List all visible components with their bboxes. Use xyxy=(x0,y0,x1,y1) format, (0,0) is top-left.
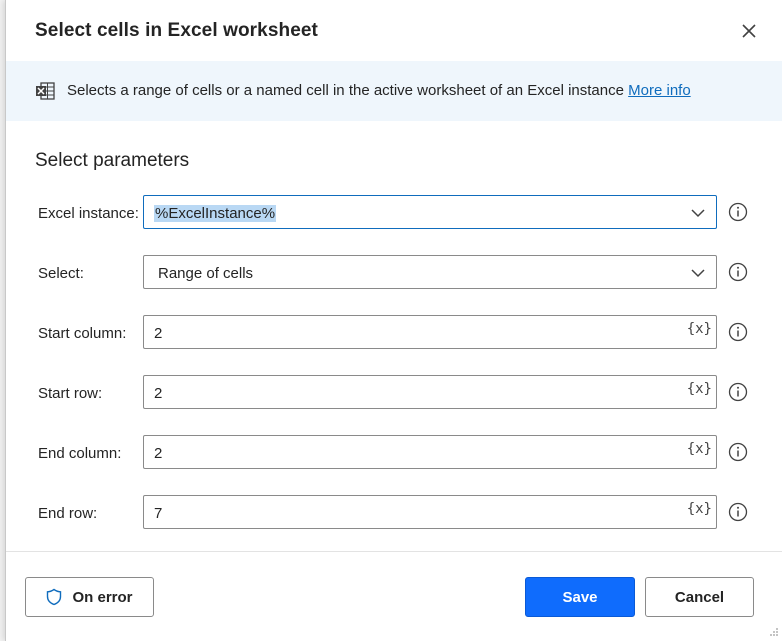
variable-button[interactable]: {x} xyxy=(687,381,712,397)
field-label: Start column: xyxy=(38,325,127,342)
end-column-input[interactable]: 2 {x} xyxy=(143,435,717,469)
start-column-input[interactable]: 2 {x} xyxy=(143,315,717,349)
section-title: Select parameters xyxy=(35,150,190,171)
save-button[interactable]: Save xyxy=(525,577,635,617)
info-icon[interactable] xyxy=(728,442,748,462)
excel-instance-dropdown[interactable]: %ExcelInstance% xyxy=(143,195,717,229)
field-value: 7 xyxy=(154,505,163,522)
close-icon xyxy=(742,24,756,38)
start-row-row: Start row: 2 {x} xyxy=(6,375,782,411)
field-label: End column: xyxy=(38,445,122,462)
on-error-button[interactable]: On error xyxy=(25,577,154,617)
info-icon[interactable] xyxy=(728,262,748,282)
resize-grip-icon[interactable] xyxy=(769,627,779,637)
end-column-row: End column: 2 {x} xyxy=(6,435,782,471)
field-label: Select: xyxy=(38,265,84,282)
banner-text: Selects a range of cells or a named cell… xyxy=(67,82,691,99)
footer-divider xyxy=(6,551,782,552)
on-error-label: On error xyxy=(72,588,133,606)
select-dropdown[interactable]: Range of cells xyxy=(143,255,717,289)
chevron-down-icon xyxy=(691,209,705,218)
chevron-down-icon xyxy=(691,269,705,278)
field-label: Excel instance: xyxy=(38,205,139,222)
close-button[interactable] xyxy=(736,18,762,44)
end-row-row: End row: 7 {x} xyxy=(6,495,782,531)
start-row-input[interactable]: 2 {x} xyxy=(143,375,717,409)
field-value: 2 xyxy=(154,325,163,342)
variable-button[interactable]: {x} xyxy=(687,501,712,517)
select-cells-dialog: Select cells in Excel worksheet Selects … xyxy=(5,0,782,641)
excel-icon xyxy=(36,82,55,100)
more-info-link[interactable]: More info xyxy=(628,82,691,99)
field-label: Start row: xyxy=(38,385,103,402)
field-value: Range of cells xyxy=(158,265,254,282)
info-icon[interactable] xyxy=(728,202,748,222)
cancel-button[interactable]: Cancel xyxy=(645,577,754,617)
shield-icon xyxy=(47,588,62,606)
variable-button[interactable]: {x} xyxy=(687,441,712,457)
field-value: 2 xyxy=(154,385,163,402)
field-value: %ExcelInstance% xyxy=(154,205,277,222)
description-text: Selects a range of cells or a named cell… xyxy=(67,82,629,99)
field-label: End row: xyxy=(38,505,98,522)
info-banner: Selects a range of cells or a named cell… xyxy=(6,61,782,121)
field-value: 2 xyxy=(154,445,163,462)
info-icon[interactable] xyxy=(728,322,748,342)
start-column-row: Start column: 2 {x} xyxy=(6,315,782,351)
excel-instance-row: Excel instance: %ExcelInstance% xyxy=(6,195,782,231)
info-icon[interactable] xyxy=(728,502,748,522)
end-row-input[interactable]: 7 {x} xyxy=(143,495,717,529)
variable-button[interactable]: {x} xyxy=(687,321,712,337)
select-row: Select: Range of cells xyxy=(6,255,782,291)
dialog-title: Select cells in Excel worksheet xyxy=(35,20,318,41)
info-icon[interactable] xyxy=(728,382,748,402)
